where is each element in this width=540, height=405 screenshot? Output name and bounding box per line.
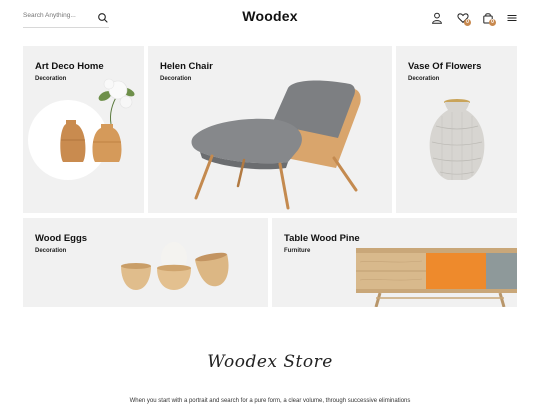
product-tile-helen-chair[interactable]: Helen Chair Decoration xyxy=(148,46,392,213)
user-icon[interactable] xyxy=(430,11,444,25)
wishlist-count-badge: 0 xyxy=(464,19,471,26)
tile-category[interactable]: Decoration xyxy=(35,76,66,82)
product-tile-vase-of-flowers[interactable]: Vase Of Flowers Decoration xyxy=(396,46,517,213)
pine-sideboard-image xyxy=(356,248,517,307)
product-tile-wood-eggs[interactable]: Wood Eggs Decoration xyxy=(23,218,268,307)
store-signature: Woodex Store xyxy=(207,352,333,372)
tile-title[interactable]: Art Deco Home xyxy=(35,61,104,72)
menu-icon[interactable] xyxy=(505,11,519,25)
tile-title[interactable]: Table Wood Pine xyxy=(284,233,360,244)
cart-count-badge: 0 xyxy=(489,19,496,26)
tile-category[interactable]: Furniture xyxy=(284,248,310,254)
product-tile-art-deco-home[interactable]: Art Deco Home Decoration xyxy=(23,46,144,213)
wood-eggs-image xyxy=(121,242,229,290)
tile-category[interactable]: Decoration xyxy=(35,248,66,254)
tile-category[interactable]: Decoration xyxy=(160,76,191,82)
tile-category[interactable]: Decoration xyxy=(408,76,439,82)
tile-title[interactable]: Vase Of Flowers xyxy=(408,61,481,72)
product-tile-table-wood-pine[interactable]: Table Wood Pine Furniture xyxy=(272,218,517,307)
store-description: When you start with a portrait and searc… xyxy=(129,398,411,404)
tile-title[interactable]: Wood Eggs xyxy=(35,233,87,244)
tile-title[interactable]: Helen Chair xyxy=(160,61,213,72)
